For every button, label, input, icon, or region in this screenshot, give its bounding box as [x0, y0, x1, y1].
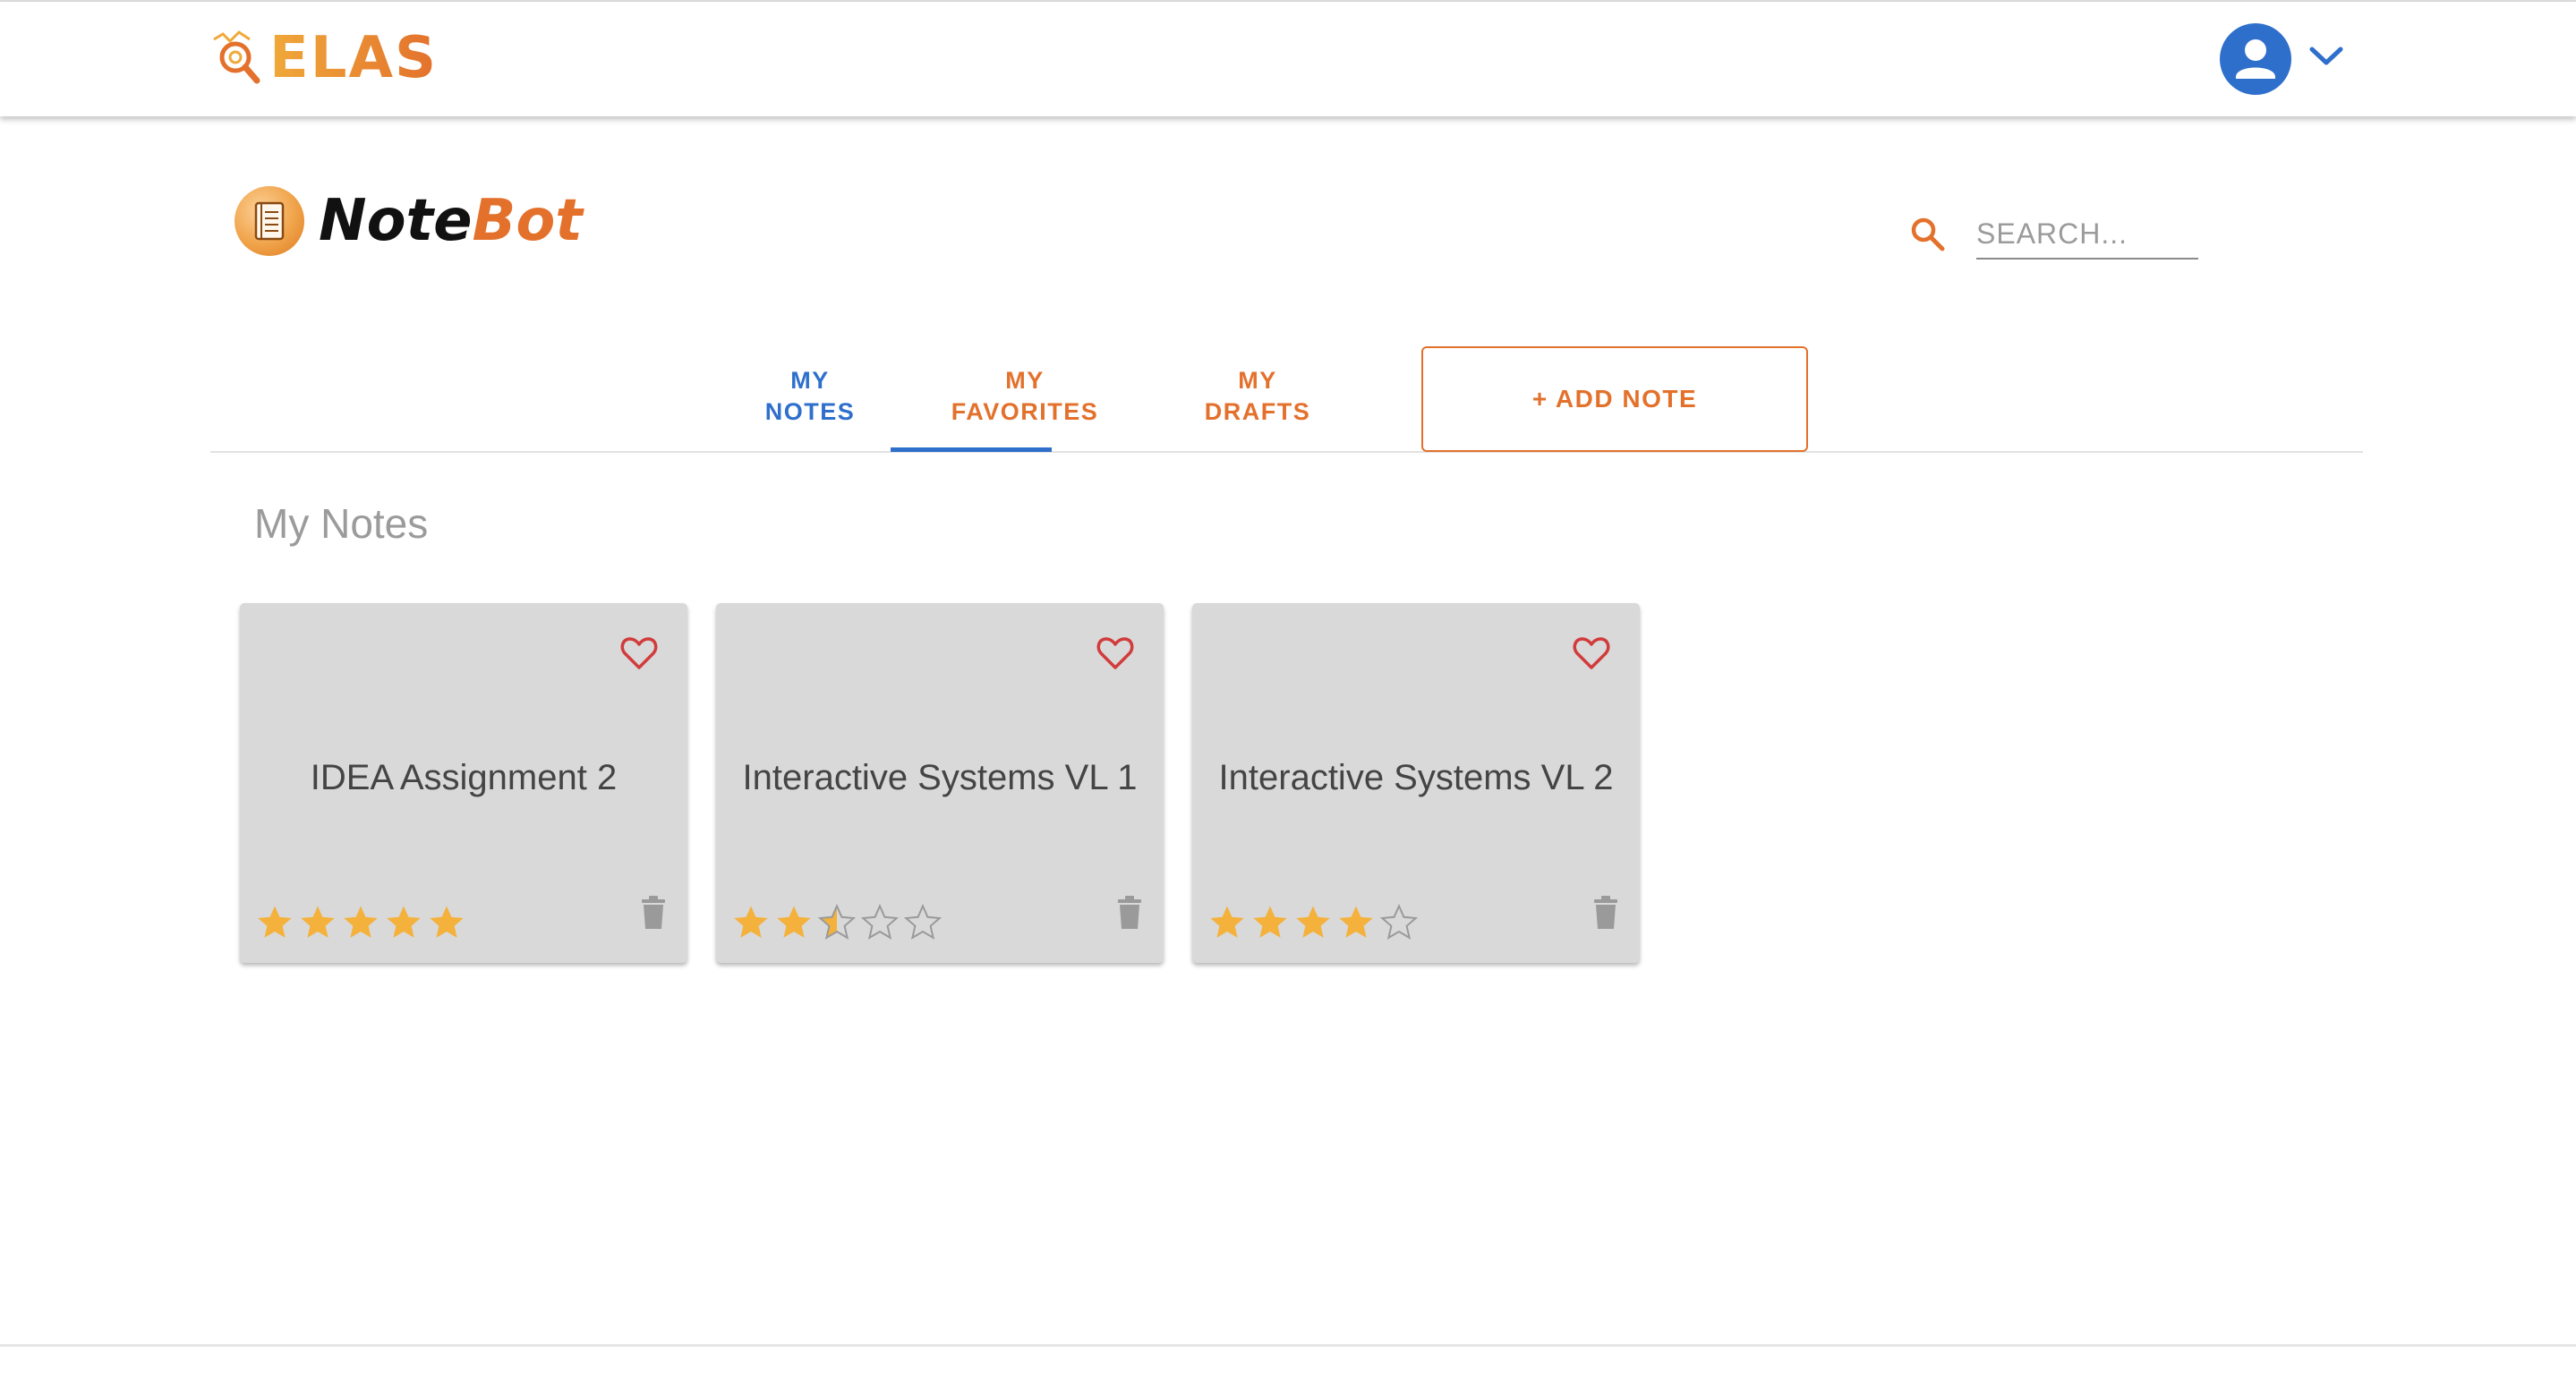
brand-name-part1: Note: [319, 188, 473, 254]
note-card[interactable]: IDEA Assignment 2: [240, 603, 687, 963]
note-title[interactable]: IDEA Assignment 2: [258, 666, 670, 890]
star-empty-icon: [1380, 904, 1418, 940]
star-filled-icon: [430, 906, 464, 938]
star-filled-icon: [777, 906, 811, 938]
note-title[interactable]: Interactive Systems VL 2: [1210, 666, 1622, 890]
star-rating: [256, 904, 465, 941]
trash-icon[interactable]: [1591, 895, 1620, 935]
trash-icon[interactable]: [639, 895, 668, 935]
notebot-title: NoteBot: [319, 192, 583, 250]
star-filled-icon: [301, 906, 335, 938]
elas-logo[interactable]: ELAS: [210, 27, 438, 89]
notebook-icon: [235, 186, 304, 256]
tab-label-line1: MY: [1005, 367, 1045, 394]
tab-label-line2: FAVORITES: [951, 398, 1099, 425]
star-half-icon: [818, 904, 856, 940]
user-icon: [2236, 39, 2275, 79]
star-filled-icon: [734, 906, 768, 938]
tab-my-drafts[interactable]: MY DRAFTS: [1168, 365, 1347, 428]
magnifier-logo-icon: [213, 30, 260, 84]
add-note-button[interactable]: + ADD NOTE: [1421, 346, 1808, 452]
user-avatar[interactable]: [2220, 23, 2291, 95]
star-filled-icon: [1296, 906, 1330, 938]
star-filled-icon: [387, 906, 421, 938]
tab-label-line1: MY: [1238, 367, 1277, 394]
active-tab-indicator: [891, 447, 1052, 452]
chevron-down-icon[interactable]: [2307, 43, 2345, 74]
star-filled-icon: [1253, 906, 1287, 938]
tab-bar: MY NOTES MY FAVORITES MY DRAFTS: [210, 344, 2363, 453]
note-title[interactable]: Interactive Systems VL 1: [734, 666, 1146, 890]
tab-label-line2: DRAFTS: [1204, 398, 1311, 425]
star-empty-icon: [861, 904, 899, 940]
star-filled-icon: [1339, 906, 1373, 938]
star-empty-icon: [904, 904, 942, 940]
section-title: My Notes: [254, 500, 429, 547]
star-rating: [1208, 904, 1418, 941]
search-input[interactable]: [1976, 209, 2198, 260]
elas-wordmark: ELAS: [269, 25, 439, 91]
note-card[interactable]: Interactive Systems VL 1: [716, 603, 1164, 963]
footer-divider: [0, 1344, 2576, 1347]
star-rating: [732, 904, 942, 941]
trash-icon[interactable]: [1115, 895, 1144, 935]
note-card[interactable]: Interactive Systems VL 2: [1192, 603, 1640, 963]
top-app-bar: ELAS: [0, 2, 2576, 116]
notebot-logo: NoteBot: [235, 186, 583, 256]
brand-name-part2: Bot: [472, 188, 583, 254]
star-filled-icon: [1210, 906, 1244, 938]
tab-my-notes[interactable]: MY NOTES: [729, 365, 891, 428]
star-filled-icon: [344, 906, 378, 938]
star-filled-icon: [258, 906, 292, 938]
tab-label-line1: MY: [790, 367, 830, 394]
tab-my-favorites[interactable]: MY FAVORITES: [908, 365, 1141, 428]
tab-label-line2: NOTES: [764, 398, 856, 425]
search-icon[interactable]: [1908, 215, 1948, 259]
